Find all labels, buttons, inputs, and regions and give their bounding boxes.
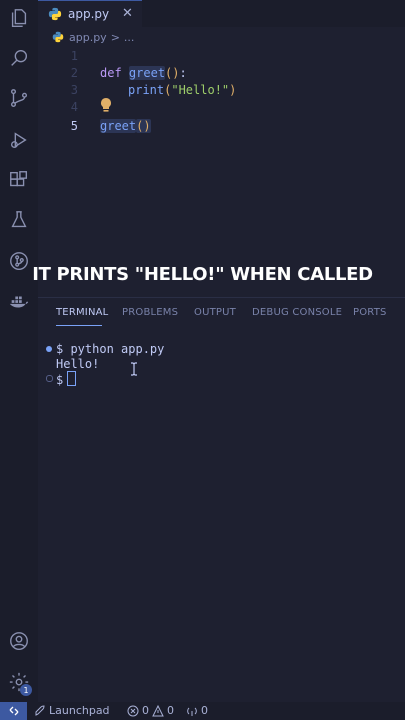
python-file-icon — [48, 7, 62, 21]
explorer-icon[interactable] — [7, 6, 31, 30]
tab-output[interactable]: OUTPUT — [194, 307, 236, 318]
run-debug-icon[interactable] — [7, 128, 31, 152]
tab-debug-console[interactable]: DEBUG CONSOLE — [252, 307, 342, 318]
launchpad-label: Launchpad — [49, 704, 110, 717]
panel-tabs: TERMINAL PROBLEMS OUTPUT DEBUG CONSOLE P… — [38, 298, 405, 328]
code-line-1: 1 — [38, 49, 405, 67]
remote-indicator[interactable] — [0, 702, 27, 720]
lightbulb-icon[interactable] — [99, 97, 113, 113]
line-number: 2 — [70, 66, 78, 80]
terminal-output: Hello! — [56, 357, 100, 371]
code-line-5: 5 greet() — [38, 119, 405, 137]
launchpad-item[interactable]: Launchpad — [34, 704, 110, 717]
remote-icon — [9, 706, 18, 716]
line-number: 3 — [70, 83, 78, 97]
line-number: 5 — [70, 119, 78, 133]
tab-bar: app.py ✕ — [38, 0, 405, 27]
rocket-icon — [35, 704, 45, 716]
settings-badge: 1 — [20, 684, 32, 696]
terminal[interactable]: $ python app.py Hello! $ — [38, 338, 405, 698]
ports-count: 0 — [201, 704, 208, 717]
function-name: greet — [128, 66, 166, 80]
error-count: 0 — [142, 704, 149, 717]
terminal-prompt: $ — [56, 371, 77, 387]
close-tab-icon[interactable]: ✕ — [122, 6, 133, 21]
source-control-icon[interactable] — [7, 86, 31, 110]
code-line-3: 3 print("Hello!") — [38, 83, 405, 101]
keyword-def: def — [100, 66, 122, 80]
breadcrumb: app.py > ... — [38, 27, 405, 47]
warning-icon — [152, 704, 164, 716]
warning-count: 0 — [167, 704, 174, 717]
breadcrumb-separator: > — [110, 30, 120, 44]
tab-app-py[interactable]: app.py ✕ — [38, 0, 142, 27]
command-pending-dot — [46, 375, 53, 382]
function-call: greet — [100, 119, 137, 133]
code-line-2: 2 def greet(): — [38, 66, 405, 84]
colon: : — [179, 66, 187, 80]
account-icon[interactable] — [7, 629, 31, 653]
breadcrumb-file[interactable]: app.py — [69, 31, 107, 44]
tab-ports[interactable]: PORTS — [353, 307, 387, 318]
antenna-icon — [187, 707, 197, 716]
activity-bar: 1 — [0, 0, 38, 702]
python-file-icon — [52, 31, 64, 43]
status-bar: Launchpad 0 0 0 — [0, 702, 405, 720]
code-editor[interactable]: 1 2 def greet(): 3 print("Hello!") 4 5 g… — [38, 47, 405, 297]
error-icon — [127, 705, 139, 716]
code-line-4: 4 — [38, 100, 405, 118]
terminal-cursor — [67, 371, 77, 386]
line-number: 1 — [70, 49, 78, 63]
text-cursor-icon — [131, 362, 137, 376]
search-icon[interactable] — [7, 46, 31, 70]
docker-icon[interactable] — [7, 290, 31, 314]
tab-terminal[interactable]: TERMINAL — [56, 307, 108, 318]
function-print: print — [128, 83, 165, 97]
tab-label: app.py — [68, 7, 110, 21]
string-literal: "Hello!" — [171, 83, 230, 97]
caption-overlay: IT PRINTS "HELLO!" WHEN CALLED — [32, 264, 373, 285]
extensions-icon[interactable] — [7, 168, 31, 192]
testing-icon[interactable] — [7, 208, 31, 232]
problems-item[interactable]: 0 0 — [127, 704, 174, 717]
close-paren: ) — [229, 83, 237, 97]
command-success-dot — [46, 346, 52, 352]
breadcrumb-more[interactable]: ... — [124, 31, 135, 44]
parens: () — [165, 66, 180, 80]
terminal-command: $ python app.py — [56, 342, 165, 356]
parens: () — [136, 119, 151, 133]
active-tab-indicator — [56, 325, 102, 326]
line-number: 4 — [70, 100, 78, 114]
tab-problems[interactable]: PROBLEMS — [122, 307, 178, 318]
ports-item[interactable]: 0 — [186, 704, 208, 717]
